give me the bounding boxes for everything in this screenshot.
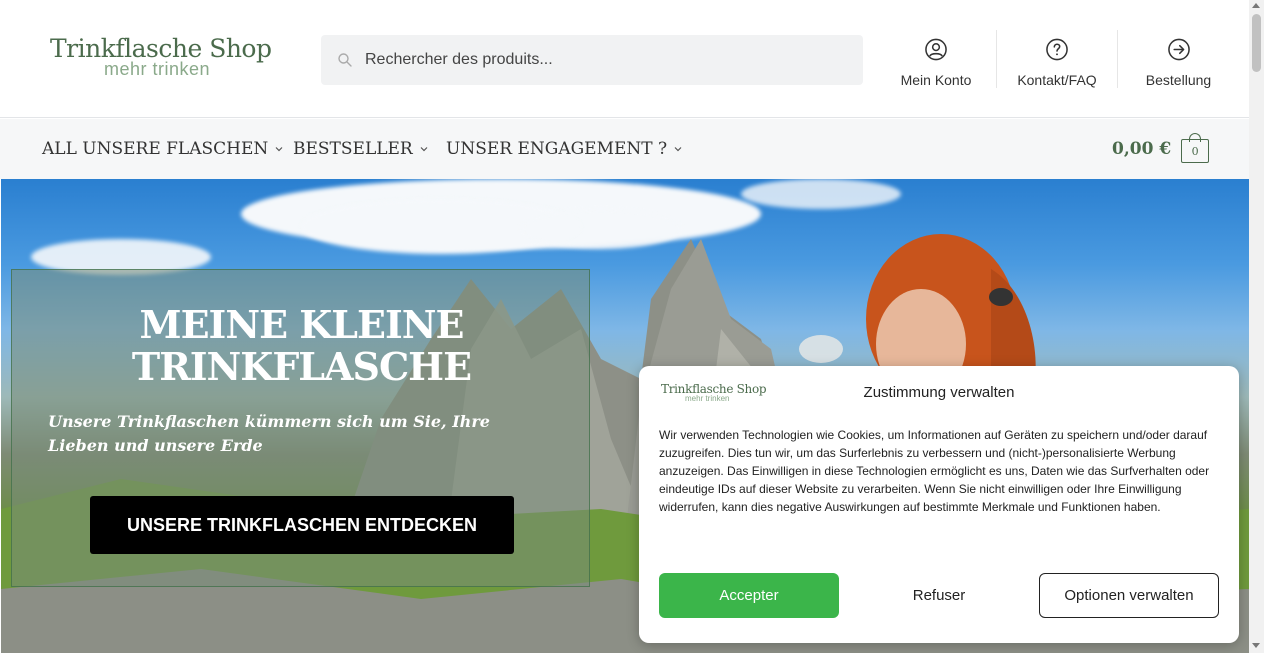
chevron-down-icon [674,147,682,152]
cart-bag-icon: 0 [1181,133,1210,164]
user-circle-icon [925,38,947,61]
discover-bottles-button[interactable]: UNSERE TRINKFLASCHEN ENTDECKEN [90,496,514,554]
accept-button[interactable]: Accepter [659,573,839,618]
cart-total: 0,00 € [1112,139,1172,159]
nav-item-bottles[interactable]: ALL UNSERE FLASCHEN [42,119,284,179]
hero-panel: MEINE KLEINE TRINKFLASCHE Unsere Trinkfl… [11,269,590,587]
refuse-button[interactable]: Refuser [849,573,1029,618]
cookie-consent-dialog: Trinkflasche Shop mehr trinken Zustimmun… [639,366,1239,643]
question-circle-icon [1046,38,1068,61]
manage-options-button[interactable]: Optionen verwalten [1039,573,1219,618]
site-logo[interactable]: Trinkflasche Shop mehr trinken [50,34,272,80]
scroll-down-arrow-icon[interactable] [1252,643,1260,648]
hero-title-line1: MEINE KLEINE [139,302,465,347]
nav-item-engagement-label: UNSER ENGAGEMENT ? [446,139,668,159]
nav-item-bestseller-label: BESTSELLER [293,139,413,159]
arrow-circle-icon [1167,38,1190,61]
site-header: Trinkflasche Shop mehr trinken Mein Kont… [0,0,1249,118]
scroll-up-arrow-icon[interactable] [1252,3,1260,8]
scroll-thumb[interactable] [1252,14,1261,72]
nav-item-bestseller[interactable]: BESTSELLER [293,119,429,179]
contact-faq-link-label: Kontakt/FAQ [1017,72,1097,88]
order-link[interactable]: Bestellung [1118,30,1239,88]
chevron-down-icon [275,147,283,152]
account-link[interactable]: Mein Konto [876,30,997,88]
search-icon[interactable] [337,52,353,68]
hero-subtitle: Unsere Trinkflaschen kümmern sich um Sie… [48,412,490,455]
nav-item-bottles-label: ALL UNSERE FLASCHEN [42,139,269,159]
page-scrollbar[interactable] [1249,0,1264,653]
nav-item-engagement[interactable]: UNSER ENGAGEMENT ? [446,119,683,179]
cookie-title: Zustimmung verwalten [863,384,1015,401]
cart-count-badge: 0 [1181,139,1210,163]
search-bar [321,35,863,85]
search-input[interactable] [365,35,845,85]
hero-title-line2: TRINKFLASCHE [131,344,472,389]
cookie-description: Wir verwenden Technologien wie Cookies, … [659,428,1210,514]
header-links: Mein Konto Kontakt/FAQ Bestellung [876,30,1239,88]
main-nav: ALL UNSERE FLASCHEN BESTSELLER UNSER ENG… [0,119,1249,179]
hero-title: MEINE KLEINE TRINKFLASCHE [12,304,591,388]
order-link-label: Bestellung [1145,72,1212,88]
cart-button[interactable]: 0,00 € 0 [1112,133,1210,164]
chevron-down-icon [420,147,428,152]
account-link-label: Mein Konto [900,72,972,88]
contact-faq-link[interactable]: Kontakt/FAQ [997,30,1118,88]
